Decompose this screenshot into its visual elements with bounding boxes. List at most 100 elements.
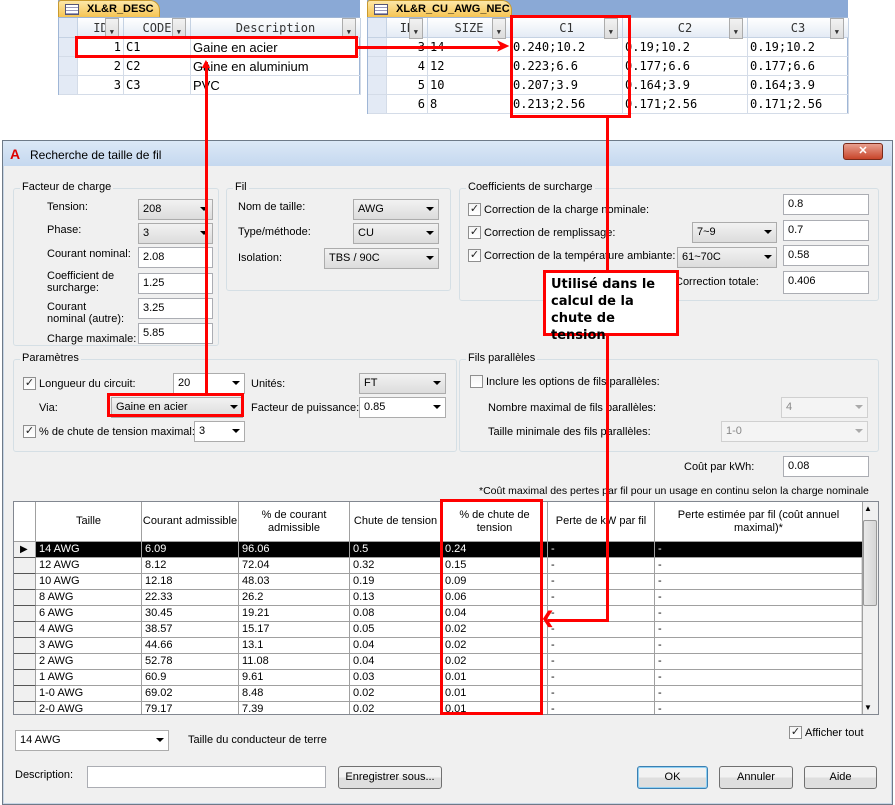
table-cell[interactable]: 0.171;2.56 <box>623 95 748 114</box>
grid-cell[interactable]: 26.2 <box>239 590 350 606</box>
grid-cell[interactable]: - <box>548 638 655 654</box>
ok-button[interactable]: OK <box>637 766 708 789</box>
scroll-down-icon[interactable]: ▼ <box>864 703 872 712</box>
vertical-scrollbar[interactable]: ▲ ▼ <box>861 502 878 714</box>
nom-dropdown[interactable]: AWG <box>353 199 439 220</box>
table-cell[interactable]: 0.19;10.2 <box>623 38 748 57</box>
grid-cell[interactable]: 38.57 <box>142 622 239 638</box>
grid-cell[interactable]: - <box>548 574 655 590</box>
row-selector[interactable] <box>14 654 36 670</box>
grid-cell[interactable]: 8.12 <box>142 558 239 574</box>
table-cell[interactable]: 3 <box>78 76 124 95</box>
grid-cell[interactable]: 96.06 <box>239 542 350 558</box>
type-dropdown[interactable]: CU <box>353 223 439 244</box>
temp-dropdown[interactable]: 61~70C <box>677 247 777 268</box>
longueur-checkbox[interactable]: ✓ <box>23 377 36 390</box>
grid-cell[interactable]: 0.02 <box>350 686 442 702</box>
grid-cell[interactable]: 6.09 <box>142 542 239 558</box>
grid-cell[interactable]: 60.9 <box>142 670 239 686</box>
grid-cell[interactable]: 0.19 <box>350 574 442 590</box>
grid-cell[interactable]: - <box>548 686 655 702</box>
grid-cell[interactable]: 0.04 <box>350 638 442 654</box>
table-cell[interactable]: 0.171;2.56 <box>748 95 849 114</box>
row-selector[interactable] <box>14 606 36 622</box>
grid-cell[interactable]: 14 AWG <box>36 542 142 558</box>
dropdown-arrow-icon[interactable]: ▼ <box>408 18 423 39</box>
grid-cell[interactable]: 8 AWG <box>36 590 142 606</box>
grid-cell[interactable]: 72.04 <box>239 558 350 574</box>
taille-min-dropdown[interactable]: 1-0 <box>721 421 868 442</box>
grid-cell[interactable]: - <box>655 558 863 574</box>
table-cell[interactable]: 12 <box>428 57 511 76</box>
description-input[interactable] <box>87 766 326 788</box>
help-button[interactable]: Aide <box>804 766 877 789</box>
grid-cell[interactable]: - <box>655 686 863 702</box>
grid-cell[interactable]: - <box>548 542 655 558</box>
table-cell[interactable]: 2 <box>78 57 124 76</box>
grid-cell[interactable]: - <box>655 542 863 558</box>
grid-cell[interactable]: 13.1 <box>239 638 350 654</box>
grid-cell[interactable]: 52.78 <box>142 654 239 670</box>
grid-cell[interactable]: 12.18 <box>142 574 239 590</box>
grid-cell[interactable]: 0.32 <box>350 558 442 574</box>
save-as-button[interactable]: Enregistrer sous... <box>338 766 442 789</box>
grid-cell[interactable]: 1 AWG <box>36 670 142 686</box>
grid-cell[interactable]: - <box>655 574 863 590</box>
grid-cell[interactable]: - <box>548 654 655 670</box>
coef-field[interactable]: 1.25 <box>138 273 213 294</box>
row-selector[interactable]: ▶ <box>14 542 36 558</box>
fp-combo[interactable]: 0.85 <box>359 397 446 418</box>
grid-cell[interactable]: 0.13 <box>350 590 442 606</box>
nec-table-tab[interactable]: XL&R_CU_AWG_NEC <box>367 0 512 17</box>
grid-cell[interactable]: 2-0 AWG <box>36 702 142 714</box>
inclure-checkbox[interactable] <box>470 375 483 388</box>
scroll-up-icon[interactable]: ▲ <box>864 504 872 513</box>
table-cell[interactable]: 8 <box>428 95 511 114</box>
longueur-combo[interactable]: 20 <box>173 373 245 394</box>
select-all-corner[interactable] <box>368 18 387 38</box>
desc-table-tab[interactable]: XL&R_DESC <box>58 0 160 17</box>
grid-cell[interactable]: 79.17 <box>142 702 239 714</box>
grid-cell[interactable]: 6 AWG <box>36 606 142 622</box>
grid-cell[interactable]: 0.02 <box>350 702 442 714</box>
grid-cell[interactable]: 0.08 <box>350 606 442 622</box>
grid-cell[interactable]: 22.33 <box>142 590 239 606</box>
grid-cell[interactable]: 0.03 <box>350 670 442 686</box>
grid-cell[interactable]: 3 AWG <box>36 638 142 654</box>
grid-cell[interactable]: 11.08 <box>239 654 350 670</box>
grid-cell[interactable]: 69.02 <box>142 686 239 702</box>
grid-cell[interactable]: 44.66 <box>142 638 239 654</box>
table-cell[interactable]: 6 <box>387 95 428 114</box>
row-selector[interactable] <box>59 76 78 95</box>
row-selector[interactable] <box>14 686 36 702</box>
grid-cell[interactable]: 12 AWG <box>36 558 142 574</box>
grid-cell[interactable]: - <box>655 606 863 622</box>
row-selector[interactable] <box>14 670 36 686</box>
grid-cell[interactable]: 48.03 <box>239 574 350 590</box>
grid-cell[interactable]: 9.61 <box>239 670 350 686</box>
column-header-size[interactable]: SIZE ▼ <box>428 18 511 39</box>
grid-cell[interactable]: - <box>655 590 863 606</box>
scrollbar-thumb[interactable] <box>863 520 877 606</box>
grid-cell[interactable]: 8.48 <box>239 686 350 702</box>
cancel-button[interactable]: Annuler <box>719 766 793 789</box>
remp-checkbox[interactable]: ✓ <box>468 226 481 239</box>
grid-cell[interactable]: - <box>655 638 863 654</box>
tension-dropdown[interactable]: 208 <box>138 199 213 220</box>
grid-column-header[interactable]: % de courant admissible <box>239 502 350 542</box>
grid-cell[interactable]: 0.5 <box>350 542 442 558</box>
grid-cell[interactable]: - <box>548 590 655 606</box>
row-selector[interactable] <box>14 702 36 714</box>
column-header-code[interactable]: CODE ▼ <box>124 18 191 39</box>
table-cell[interactable]: 0.177;6.6 <box>623 57 748 76</box>
grid-cell[interactable]: 0.05 <box>350 622 442 638</box>
column-header-id[interactable]: ID ▼ <box>387 18 428 39</box>
grid-cell[interactable]: - <box>655 654 863 670</box>
grid-cell[interactable]: 1-0 AWG <box>36 686 142 702</box>
grid-cell[interactable]: - <box>548 622 655 638</box>
table-cell[interactable]: 5 <box>387 76 428 95</box>
grid-cell[interactable]: - <box>655 702 863 714</box>
grid-cell[interactable]: 0.04 <box>350 654 442 670</box>
dropdown-arrow-icon[interactable]: ▼ <box>728 18 743 39</box>
row-selector[interactable] <box>368 76 387 95</box>
